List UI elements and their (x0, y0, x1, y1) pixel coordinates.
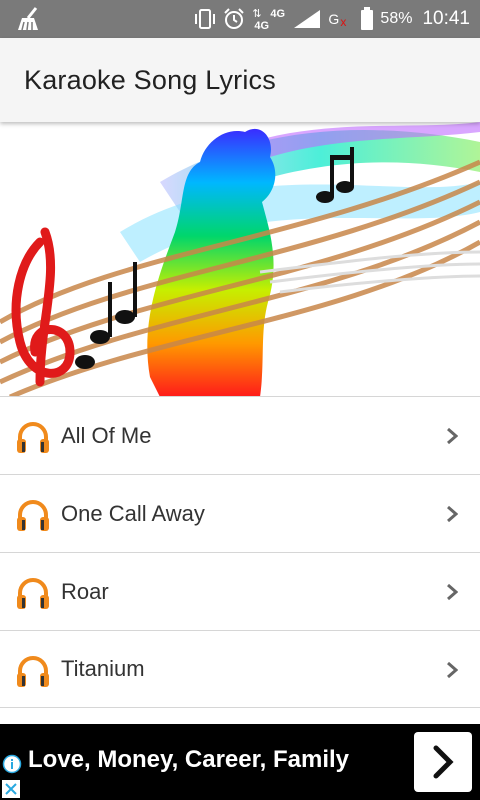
headphones-icon (17, 656, 49, 687)
network-indicator: ⇅ 4G 4G (252, 8, 286, 32)
signal-icon (294, 10, 321, 28)
carrier-mark: x (340, 15, 347, 29)
clock-time: 10:41 (422, 8, 470, 29)
ad-text[interactable]: Love, Money, Career, Family (28, 746, 349, 774)
network-label-up: 4G (254, 20, 270, 32)
chevron-right-icon (447, 583, 458, 601)
carrier-label: G (328, 11, 340, 27)
chevron-right-icon (447, 427, 458, 445)
close-icon[interactable] (2, 780, 20, 798)
banner-image (0, 122, 480, 397)
list-item[interactable]: Roar (0, 552, 480, 630)
ad-go-button[interactable] (414, 732, 472, 792)
carrier-indicator: G x (328, 11, 354, 29)
headphones-icon (17, 578, 49, 609)
info-icon[interactable] (2, 754, 22, 774)
network-label: 4G (270, 8, 286, 20)
headphones-icon (17, 500, 49, 531)
chevron-right-icon (447, 505, 458, 523)
ad-banner[interactable]: Love, Money, Career, Family (0, 724, 480, 800)
song-list: All Of Me One Call Away Roar Titanium (0, 396, 480, 708)
song-title: Roar (61, 578, 109, 604)
vibrate-icon (195, 9, 216, 29)
chevron-right-icon (433, 745, 454, 779)
battery-icon (361, 7, 374, 30)
chevron-right-icon (447, 661, 458, 679)
music-notes-singer-silhouette (0, 122, 480, 397)
app-bar: Karaoke Song Lyrics (0, 38, 480, 122)
status-bar: ⇅ 4G 4G G x 58% 10:41 (0, 0, 480, 38)
status-icons: ⇅ 4G 4G G x 58% 10:41 (194, 0, 470, 38)
song-title: All Of Me (61, 422, 152, 448)
battery-percent: 58% (380, 10, 413, 27)
list-item[interactable]: All Of Me (0, 396, 480, 474)
broom-cleaner-icon (18, 7, 38, 31)
song-title: Titanium (61, 656, 145, 681)
app-title: Karaoke Song Lyrics (24, 65, 276, 95)
list-item[interactable]: One Call Away (0, 474, 480, 552)
alarm-clock-icon (224, 8, 245, 29)
song-title: One Call Away (61, 500, 205, 526)
headphones-icon (17, 422, 49, 453)
list-item[interactable]: Titanium (0, 630, 480, 708)
